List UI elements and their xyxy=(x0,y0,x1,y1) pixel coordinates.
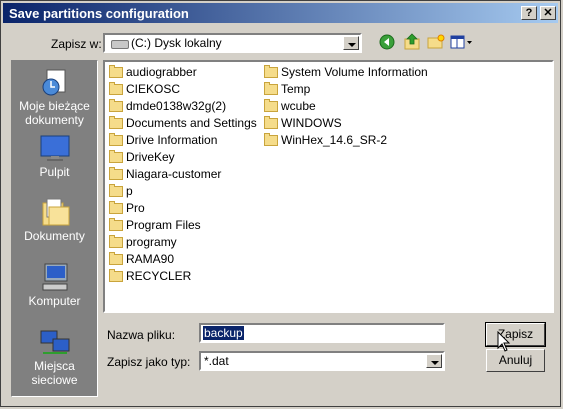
place-label: Dokumenty xyxy=(24,229,85,243)
list-item[interactable]: RECYCLER xyxy=(106,268,257,285)
list-item[interactable]: Pro xyxy=(106,200,257,217)
place-network[interactable]: Miejsca sieciowe xyxy=(12,327,97,387)
chevron-down-icon[interactable] xyxy=(426,354,442,368)
list-item[interactable]: Drive Information xyxy=(106,132,257,149)
filename-value: backup xyxy=(203,326,244,340)
save-dialog: Save partitions configuration ? ✕ Zapisz… xyxy=(0,0,561,407)
look-in-label: Zapisz w: xyxy=(51,37,102,51)
list-item[interactable]: Documents and Settings xyxy=(106,115,257,132)
filename-input[interactable]: backup xyxy=(199,323,445,343)
title-bar[interactable]: Save partitions configuration ? ✕ xyxy=(3,3,558,23)
list-item[interactable]: System Volume Information xyxy=(261,64,428,81)
place-recent-documents[interactable]: Moje bieżące dokumenty xyxy=(12,67,97,127)
file-list[interactable]: audiograbber CIEKOSC dmde0138w32g(2) Doc… xyxy=(103,60,554,313)
up-folder-icon[interactable] xyxy=(403,33,421,51)
list-item[interactable]: CIEKOSC xyxy=(106,81,257,98)
location-value: (C:) Dysk lokalny xyxy=(131,36,222,50)
list-item[interactable]: WinHex_14.6_SR-2 xyxy=(261,132,428,149)
new-folder-icon[interactable] xyxy=(427,34,445,50)
location-dropdown[interactable]: (C:) Dysk lokalny xyxy=(103,33,362,53)
recent-documents-icon xyxy=(42,69,65,96)
back-icon[interactable] xyxy=(379,34,395,50)
list-item[interactable]: programy xyxy=(106,234,257,251)
folder-icon xyxy=(264,133,278,146)
place-label: Miejsca sieciowe xyxy=(31,359,78,387)
close-button[interactable]: ✕ xyxy=(540,6,556,20)
place-label: Komputer xyxy=(28,294,81,308)
folder-icon xyxy=(109,252,123,265)
list-item[interactable]: p xyxy=(106,183,257,200)
place-label: Moje bieżące dokumenty xyxy=(19,99,90,127)
view-menu-icon[interactable] xyxy=(450,34,474,50)
folder-icon xyxy=(109,116,123,129)
folder-icon xyxy=(109,150,123,163)
filetype-dropdown[interactable]: *.dat xyxy=(199,351,445,371)
documents-icon xyxy=(42,198,69,226)
filetype-value: *.dat xyxy=(204,354,229,368)
places-bar: Moje bieżące dokumenty Pulpit Dokumenty … xyxy=(11,60,98,397)
drive-icon xyxy=(111,40,129,49)
folder-icon xyxy=(264,65,278,78)
folder-icon xyxy=(109,99,123,112)
folder-icon xyxy=(264,99,278,112)
folder-icon xyxy=(109,235,123,248)
list-item[interactable]: Program Files xyxy=(106,217,257,234)
folder-icon xyxy=(109,65,123,78)
place-label: Pulpit xyxy=(39,165,70,179)
dialog-title: Save partitions configuration xyxy=(9,6,189,21)
list-item[interactable]: wcube xyxy=(261,98,428,115)
folder-icon xyxy=(264,116,278,129)
folder-icon xyxy=(109,167,123,180)
place-computer[interactable]: Komputer xyxy=(12,262,97,308)
folder-icon xyxy=(109,201,123,214)
file-column-2: System Volume Information Temp wcube WIN… xyxy=(261,64,428,149)
list-item[interactable]: Niagara-customer xyxy=(106,166,257,183)
list-item[interactable]: audiograbber xyxy=(106,64,257,81)
desktop-icon xyxy=(40,135,69,161)
folder-icon xyxy=(109,184,123,197)
folder-icon xyxy=(109,218,123,231)
file-column-1: audiograbber CIEKOSC dmde0138w32g(2) Doc… xyxy=(106,64,257,285)
mouse-cursor-icon xyxy=(497,331,511,352)
filename-label: Nazwa pliku: xyxy=(107,328,176,342)
computer-icon xyxy=(42,263,67,291)
folder-icon xyxy=(109,82,123,95)
folder-icon xyxy=(109,133,123,146)
help-button[interactable]: ? xyxy=(521,6,537,20)
list-item[interactable]: RAMA90 xyxy=(106,251,257,268)
list-item[interactable]: WINDOWS xyxy=(261,115,428,132)
place-documents[interactable]: Dokumenty xyxy=(12,197,97,243)
list-item[interactable]: dmde0138w32g(2) xyxy=(106,98,257,115)
network-places-icon xyxy=(40,330,69,354)
folder-icon xyxy=(109,269,123,282)
place-desktop[interactable]: Pulpit xyxy=(12,133,97,179)
filetype-label: Zapisz jako typ: xyxy=(107,355,191,369)
chevron-down-icon[interactable] xyxy=(343,36,359,50)
cancel-button[interactable]: Anuluj xyxy=(486,349,545,372)
cancel-button-label: Anuluj xyxy=(498,353,533,367)
list-item[interactable]: Temp xyxy=(261,81,428,98)
folder-icon xyxy=(264,82,278,95)
save-button[interactable]: Zapisz xyxy=(485,322,546,347)
list-item[interactable]: DriveKey xyxy=(106,149,257,166)
